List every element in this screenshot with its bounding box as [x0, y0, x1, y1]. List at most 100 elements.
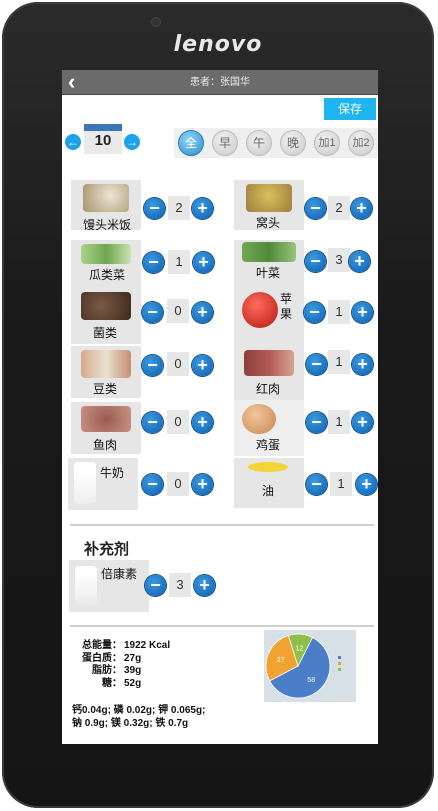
minus-icon[interactable]: −: [306, 412, 327, 433]
tablet-frame: lenovo 患者：张国华 ‹ 保存 ← 10 → 全 早 午 晚 加1 加2 …: [2, 2, 434, 808]
quantity-value: 1: [328, 350, 350, 374]
back-icon[interactable]: ‹: [68, 70, 88, 95]
food-thumb-milk: 牛奶: [68, 458, 138, 510]
supplement-label: 倍康素: [101, 567, 138, 581]
minus-icon[interactable]: −: [142, 355, 163, 376]
plus-icon[interactable]: +: [352, 354, 373, 375]
quantity-value: 0: [167, 472, 189, 496]
tab-breakfast[interactable]: 早: [212, 130, 238, 156]
minus-icon[interactable]: −: [142, 302, 163, 323]
food-label: 窝头: [256, 216, 281, 230]
food-thumb-mushroom: 菌类: [71, 290, 141, 344]
divider: [70, 524, 374, 526]
food-label: 苹果: [280, 292, 293, 321]
food-label: 馒头米饭: [83, 218, 132, 232]
food-thumb-melon: 瓜类菜: [71, 240, 141, 290]
food-label: 牛奶: [100, 466, 125, 480]
minus-icon[interactable]: −: [306, 354, 327, 375]
save-button[interactable]: 保存: [324, 98, 376, 120]
minerals-line-2: 钠 0.9g; 镁 0.32g; 铁 0.7g: [72, 718, 189, 729]
supplement-thumb: 倍康素: [69, 560, 149, 612]
quantity-value: 1: [168, 250, 190, 274]
fat-value: 39g: [124, 665, 142, 676]
camera-dot: [152, 18, 160, 26]
minerals-line-1: 钙0.04g; 磷 0.02g; 钾 0.065g;: [72, 705, 206, 716]
food-label: 红肉: [256, 382, 281, 396]
tab-extra-1[interactable]: 加1: [314, 130, 340, 156]
supplements-title: 补充剂: [84, 541, 130, 558]
food-label: 瓜类菜: [89, 268, 126, 282]
pie-slice-label: 58: [307, 677, 315, 684]
plus-icon[interactable]: +: [193, 252, 214, 273]
pie-svg: 58 27 12: [265, 633, 341, 699]
food-thumb-fish: 鱼肉: [71, 402, 141, 454]
food-label: 叶菜: [256, 266, 281, 280]
legend-swatch: [338, 662, 341, 665]
nutrition-pie-chart: 58 27 12: [264, 630, 356, 702]
food-thumb-mantou: 馒头米饭: [71, 180, 141, 232]
food-thumb-leafy: 叶菜: [234, 240, 304, 290]
tab-dinner[interactable]: 晚: [280, 130, 306, 156]
minerals-text: 钙0.04g; 磷 0.02g; 钾 0.065g; 钠 0.9g; 镁 0.3…: [72, 704, 205, 730]
energy-value: 1922 Kcal: [124, 640, 171, 651]
header-bar: 患者：张国华 ‹: [62, 70, 378, 95]
plus-icon[interactable]: +: [192, 302, 213, 323]
minus-icon[interactable]: −: [305, 251, 326, 272]
food-thumb-tofu: 豆类: [71, 346, 141, 398]
fat-label: 脂肪：: [92, 665, 122, 676]
minus-icon[interactable]: −: [142, 474, 163, 495]
minus-icon[interactable]: −: [305, 198, 326, 219]
minus-icon[interactable]: −: [145, 575, 166, 596]
plus-icon[interactable]: +: [192, 474, 213, 495]
quantity-value: 2: [328, 196, 350, 220]
quantity-value: 0: [167, 299, 189, 323]
food-thumb-wotou: 窝头: [234, 180, 304, 230]
quantity-value: 1: [328, 410, 350, 434]
minus-icon[interactable]: −: [142, 412, 163, 433]
plus-icon[interactable]: +: [194, 575, 215, 596]
plus-icon[interactable]: +: [192, 198, 213, 219]
energy-label: 总能量：: [82, 640, 122, 651]
pie-slice-label: 27: [277, 657, 285, 664]
quantity-value: 3: [328, 248, 350, 272]
food-thumb-red-meat: 红肉: [234, 344, 304, 400]
divider: [70, 625, 374, 627]
food-thumb-apple: 苹果: [234, 288, 304, 346]
plus-icon[interactable]: +: [349, 251, 370, 272]
minus-icon[interactable]: −: [306, 474, 327, 495]
quantity-value: 0: [167, 410, 189, 434]
legend-swatch: [338, 668, 341, 671]
tab-lunch[interactable]: 午: [246, 130, 272, 156]
quantity-value: 1: [328, 300, 350, 324]
sugar-value: 52g: [124, 677, 142, 689]
tab-all[interactable]: 全: [178, 130, 204, 156]
food-label: 菌类: [93, 326, 118, 340]
day-number: 10: [94, 132, 112, 149]
plus-icon[interactable]: +: [352, 412, 373, 433]
day-selector: 10: [84, 124, 122, 154]
quantity-value: 2: [168, 196, 190, 220]
food-label: 鸡蛋: [256, 438, 281, 452]
plus-icon[interactable]: +: [192, 412, 213, 433]
food-label: 豆类: [93, 382, 118, 396]
minus-icon[interactable]: −: [143, 252, 164, 273]
minus-icon[interactable]: −: [304, 302, 325, 323]
patient-label: 患者：张国华: [190, 77, 250, 88]
prev-day-icon[interactable]: ←: [65, 134, 81, 150]
pie-slice-label: 12: [296, 646, 304, 653]
minus-icon[interactable]: −: [144, 198, 165, 219]
next-day-icon[interactable]: →: [124, 134, 140, 150]
brand-logo: lenovo: [173, 32, 263, 57]
food-thumb-oil: 油: [234, 458, 304, 508]
sugar-label: 糖：: [102, 677, 122, 689]
food-thumb-egg: 鸡蛋: [234, 400, 304, 456]
plus-icon[interactable]: +: [352, 302, 373, 323]
quantity-value: 0: [167, 352, 189, 376]
quantity-value: 1: [330, 472, 352, 496]
protein-value: 27g: [124, 652, 142, 664]
plus-icon[interactable]: +: [192, 355, 213, 376]
plus-icon[interactable]: +: [356, 474, 377, 495]
protein-label: 蛋白质：: [82, 652, 122, 664]
plus-icon[interactable]: +: [351, 198, 372, 219]
tab-extra-2[interactable]: 加2: [348, 130, 374, 156]
